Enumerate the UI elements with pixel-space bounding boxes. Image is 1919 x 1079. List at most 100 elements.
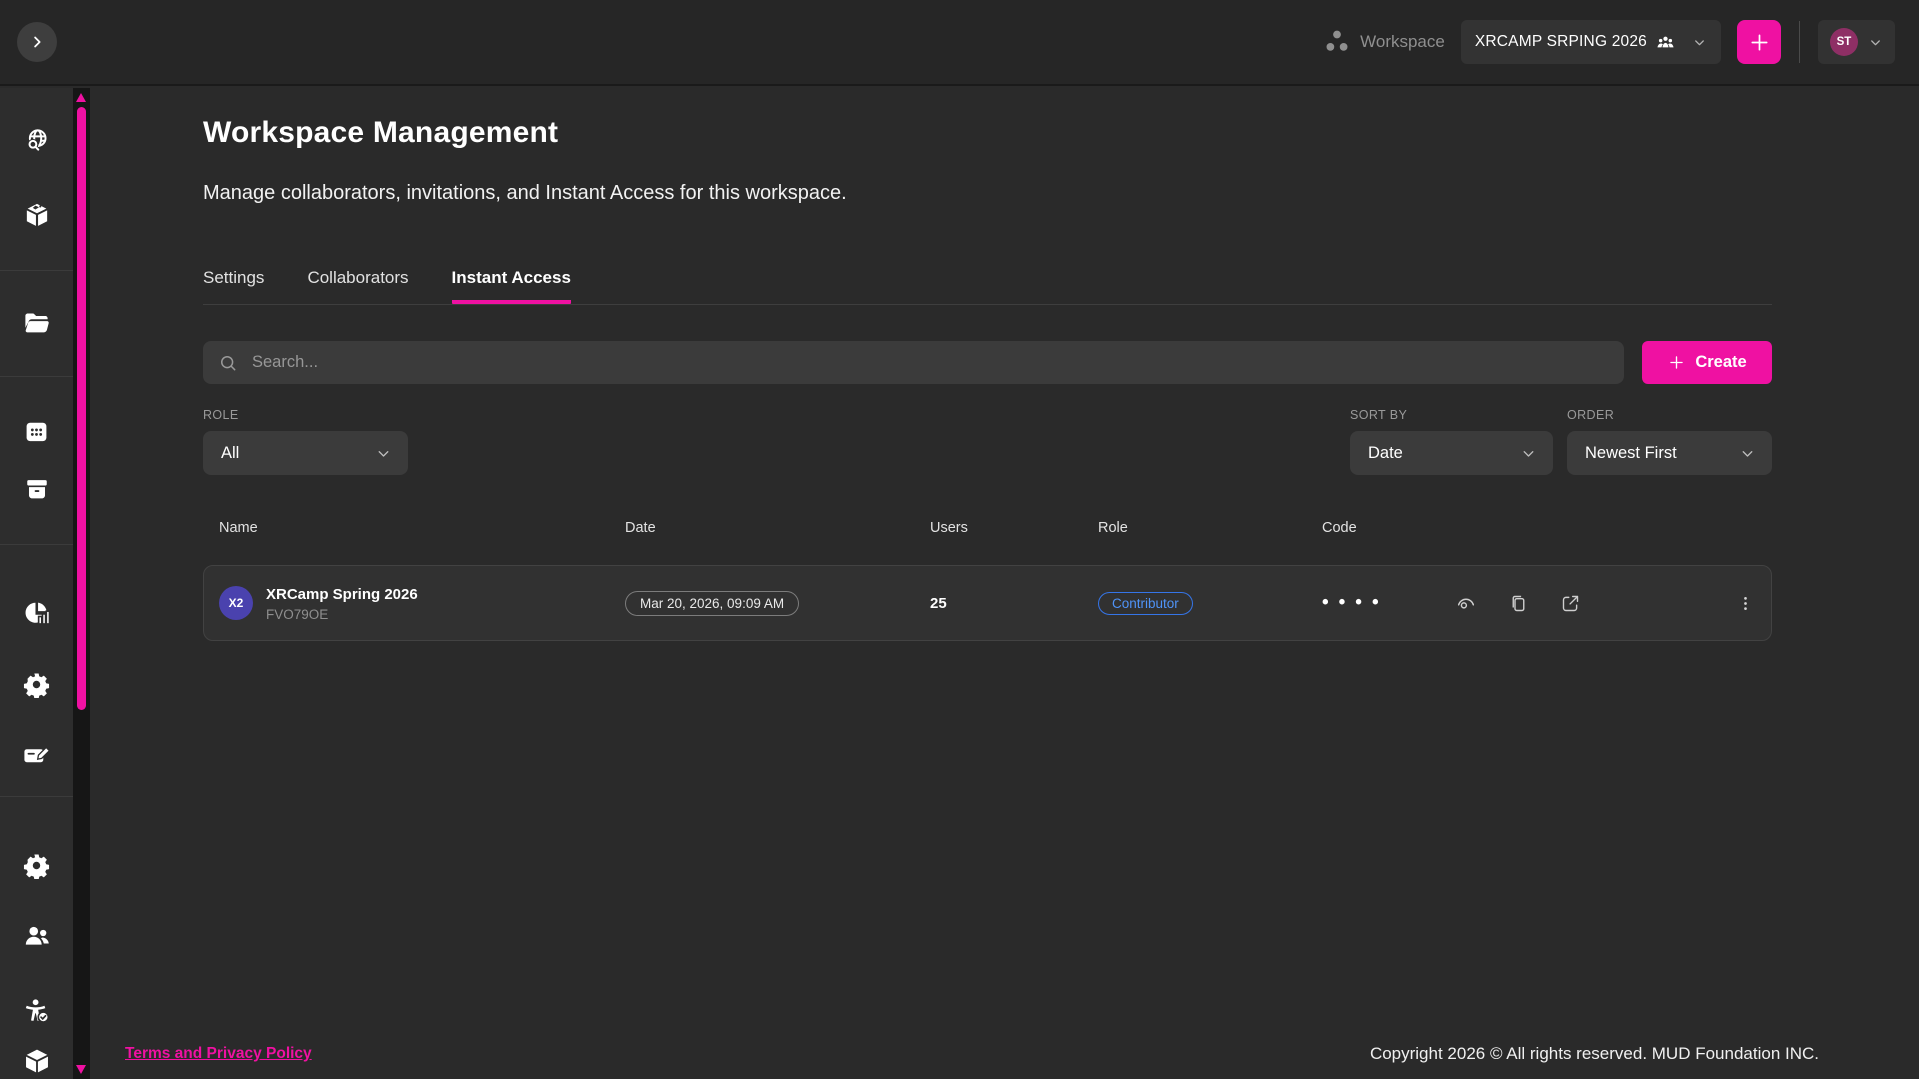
sidebar-expand-button[interactable]: [17, 22, 57, 62]
people-icon: [23, 922, 51, 950]
scrollbar-down-arrow[interactable]: [76, 1065, 86, 1074]
sidebar-divider: [0, 270, 73, 271]
sidebar-item-workspace-settings[interactable]: [17, 664, 57, 704]
vertical-scrollbar: [73, 88, 90, 1079]
external-link-icon: [1560, 593, 1581, 614]
copy-code-button[interactable]: [1507, 592, 1529, 614]
asset-cube-icon: [23, 201, 51, 229]
header-role: Role: [1098, 520, 1322, 536]
globe-search-icon: [23, 127, 51, 155]
sort-by-dropdown[interactable]: Date: [1350, 431, 1553, 475]
row-masked-code: ••••: [1322, 592, 1455, 614]
row-code-id: FVO79OE: [266, 607, 418, 622]
create-button[interactable]: Create: [1642, 341, 1772, 384]
sort-by-value: Date: [1368, 444, 1403, 463]
tab-bar: Settings Collaborators Instant Access: [203, 268, 1772, 305]
sort-by-label: SORT BY: [1350, 408, 1553, 422]
chevron-down-icon: [1868, 35, 1883, 50]
create-button-label: Create: [1695, 353, 1746, 372]
sidebar-item-projects[interactable]: [17, 303, 57, 343]
sidebar-item-packages[interactable]: [17, 1041, 57, 1079]
eye-icon: [1455, 592, 1477, 614]
row-users: 25: [930, 595, 1098, 612]
sidebar-item-discover[interactable]: [17, 121, 57, 161]
table-row[interactable]: X2 XRCamp Spring 2026 FVO79OE Mar 20, 20…: [203, 565, 1772, 641]
analytics-pie-icon: [23, 599, 51, 627]
scrollbar-thumb[interactable]: [77, 107, 86, 710]
workspace-label: Workspace: [1360, 32, 1445, 52]
row-avatar: X2: [219, 586, 253, 620]
kebab-menu-icon: [1736, 594, 1755, 613]
header-users: Users: [930, 520, 1098, 536]
row-menu-button[interactable]: [1734, 592, 1756, 614]
topbar: Workspace XRCAMP SRPING 2026 ST: [0, 0, 1919, 86]
table-header: Name Date Users Role Code: [203, 520, 1772, 536]
user-menu[interactable]: ST: [1818, 20, 1895, 64]
footer: Terms and Privacy Policy Copyright 2026 …: [125, 1044, 1819, 1064]
add-workspace-button[interactable]: [1737, 20, 1781, 64]
sidebar-item-analytics[interactable]: [17, 593, 57, 633]
chevron-down-icon: [1692, 35, 1707, 50]
user-avatar: ST: [1830, 28, 1858, 56]
role-filter-dropdown[interactable]: All: [203, 431, 408, 475]
order-dropdown[interactable]: Newest First: [1567, 431, 1772, 475]
page-title: Workspace Management: [203, 113, 1772, 153]
scrollbar-up-arrow[interactable]: [76, 93, 86, 102]
person-check-icon: [23, 997, 51, 1025]
header-date: Date: [625, 520, 930, 536]
search-input[interactable]: [250, 352, 1609, 373]
toolbar: Create: [203, 341, 1772, 384]
row-name: XRCamp Spring 2026: [266, 585, 418, 604]
tab-settings[interactable]: Settings: [203, 268, 264, 304]
sidebar-divider: [0, 796, 73, 797]
copy-icon: [1508, 593, 1529, 614]
tab-collaborators[interactable]: Collaborators: [307, 268, 408, 304]
card-edit-icon: [22, 741, 51, 770]
calendar-icon: [23, 418, 50, 445]
sidebar-item-membership[interactable]: [17, 735, 57, 775]
header-code: Code: [1322, 520, 1455, 536]
plus-icon: [1748, 31, 1771, 54]
workspace-selector-value: XRCAMP SRPING 2026: [1475, 33, 1647, 51]
header-name: Name: [219, 520, 625, 536]
package-icon: [23, 1047, 51, 1075]
topbar-divider: [1799, 21, 1800, 63]
plus-icon: [1667, 353, 1686, 372]
chevron-down-icon: [1739, 445, 1756, 462]
chevron-down-icon: [375, 445, 392, 462]
filter-bar: ROLE All SORT BY Date: [203, 408, 1772, 475]
order-value: Newest First: [1585, 444, 1677, 463]
main-panel: Workspace Management Manage collaborator…: [90, 88, 1919, 1079]
tab-instant-access[interactable]: Instant Access: [452, 268, 571, 304]
sidebar-divider: [0, 376, 73, 377]
gear-icon: [23, 852, 50, 879]
page-subtitle: Manage collaborators, invitations, and I…: [203, 182, 1772, 205]
folder-icon: [22, 309, 51, 338]
role-filter-label: ROLE: [203, 408, 408, 422]
role-filter-value: All: [221, 444, 239, 463]
sidebar-item-assets[interactable]: [17, 195, 57, 235]
sidebar-item-collaborators[interactable]: [17, 916, 57, 956]
chevron-right-icon: [28, 33, 46, 51]
copyright-text: Copyright 2026 © All rights reserved. MU…: [1370, 1044, 1819, 1064]
sidebar-item-instant-access[interactable]: [17, 991, 57, 1031]
group-icon: [1656, 33, 1675, 52]
row-role-badge: Contributor: [1098, 592, 1193, 615]
open-link-button[interactable]: [1559, 592, 1581, 614]
terms-privacy-link[interactable]: Terms and Privacy Policy: [125, 1045, 312, 1063]
sidebar-divider: [0, 544, 73, 545]
search-box: [203, 341, 1624, 384]
sidebar-item-archive[interactable]: [17, 469, 57, 509]
sidebar-item-settings[interactable]: [17, 845, 57, 885]
app-window: Workspace XRCAMP SRPING 2026 ST: [0, 0, 1919, 1079]
sidebar: [0, 88, 73, 1079]
gear-icon: [23, 671, 50, 698]
reveal-code-button[interactable]: [1455, 592, 1477, 614]
workspace-logo-icon: [1322, 27, 1352, 57]
workspace-selector-dropdown[interactable]: XRCAMP SRPING 2026: [1461, 20, 1721, 64]
order-label: ORDER: [1567, 408, 1772, 422]
archive-box-icon: [24, 476, 50, 502]
chevron-down-icon: [1520, 445, 1537, 462]
sidebar-item-calendar[interactable]: [17, 411, 57, 451]
search-icon: [218, 353, 238, 373]
